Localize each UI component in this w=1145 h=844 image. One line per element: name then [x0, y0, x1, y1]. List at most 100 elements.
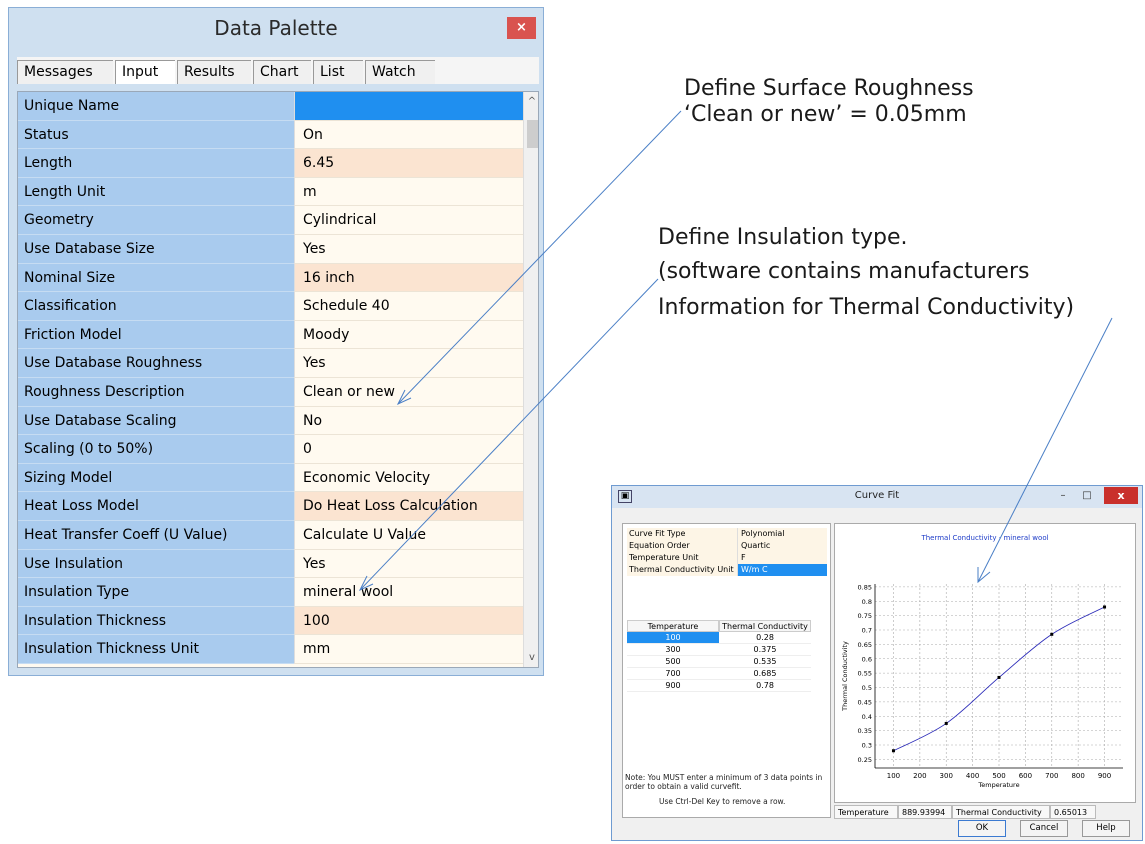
property-name: Use Insulation	[18, 549, 294, 579]
property-value[interactable]: 100	[294, 606, 523, 636]
property-row[interactable]: Use Insulation Yes	[18, 549, 523, 579]
cancel-button[interactable]: Cancel	[1020, 820, 1068, 837]
x-tick-label: 600	[1019, 772, 1032, 780]
property-row[interactable]: Insulation Thickness 100	[18, 606, 523, 636]
table-cell[interactable]: 100	[627, 632, 719, 644]
table-cell[interactable]: 0.78	[719, 680, 811, 692]
close-button[interactable]: x	[1104, 487, 1138, 504]
param-row[interactable]: Temperature Unit F	[627, 552, 827, 564]
scroll-up-icon[interactable]: ^	[524, 96, 538, 107]
property-row[interactable]: Length Unit m	[18, 177, 523, 207]
x-tick-label: 300	[940, 772, 953, 780]
property-value[interactable]: m	[294, 177, 523, 207]
property-value[interactable]: 6.45	[294, 149, 523, 178]
tab-chart[interactable]: Chart	[253, 60, 311, 84]
property-value[interactable]: Yes	[294, 349, 523, 378]
tab-watch[interactable]: Watch	[365, 60, 435, 84]
column-header-temperature[interactable]: Temperature	[627, 620, 719, 632]
maximize-button[interactable]: □	[1080, 488, 1094, 504]
vertical-scrollbar[interactable]: ^ v	[523, 92, 538, 667]
property-value[interactable]: 16 inch	[294, 263, 523, 293]
property-name: Status	[18, 120, 294, 150]
tab-messages[interactable]: Messages	[17, 60, 113, 84]
scroll-down-icon[interactable]: v	[524, 652, 538, 663]
chart-area: Thermal Conductivity - mineral wool 100 20…	[834, 523, 1136, 803]
property-value[interactable]: Schedule 40	[294, 292, 523, 321]
column-header-thermal-conductivity[interactable]: Thermal Conductivity	[719, 620, 811, 632]
property-row[interactable]: Use Database Scaling No	[18, 406, 523, 436]
property-row[interactable]: Insulation Type mineral wool	[18, 578, 523, 607]
property-value[interactable]	[294, 92, 523, 121]
ok-button[interactable]: OK	[958, 820, 1006, 837]
property-value[interactable]: 0	[294, 435, 523, 464]
property-name: Geometry	[18, 206, 294, 235]
property-row[interactable]: Heat Loss Model Do Heat Loss Calculation	[18, 492, 523, 521]
property-row[interactable]: Nominal Size 16 inch	[18, 263, 523, 293]
table-cell[interactable]: 0.535	[719, 656, 811, 668]
property-row[interactable]: Heat Transfer Coeff (U Value) Calculate U…	[18, 521, 523, 550]
param-value[interactable]: W/m C	[737, 564, 827, 576]
property-value[interactable]: Economic Velocity	[294, 463, 523, 493]
property-value[interactable]: Cylindrical	[294, 206, 523, 235]
table-cell[interactable]: 900	[627, 680, 719, 692]
data-palette-titlebar[interactable]: Data Palette ×	[9, 8, 543, 48]
property-value[interactable]: Yes	[294, 549, 523, 579]
property-row[interactable]: Insulation Thickness Unit mm	[18, 635, 523, 664]
property-value[interactable]: Do Heat Loss Calculation	[294, 492, 523, 521]
property-row[interactable]: Roughness Description Clean or new	[18, 378, 523, 407]
property-row[interactable]: Length 6.45	[18, 149, 523, 178]
table-cell[interactable]: 0.685	[719, 668, 811, 680]
property-row[interactable]: Geometry Cylindrical	[18, 206, 523, 235]
table-cell[interactable]: 0.28	[719, 632, 811, 644]
property-row[interactable]: Classification Schedule 40	[18, 292, 523, 321]
table-cell[interactable]: 700	[627, 668, 719, 680]
help-button[interactable]: Help	[1082, 820, 1130, 837]
x-tick-label: 100	[887, 772, 900, 780]
property-name: Sizing Model	[18, 463, 294, 493]
property-value[interactable]: On	[294, 120, 523, 150]
property-value[interactable]: No	[294, 406, 523, 436]
curve-fit-left-panel: Curve Fit Type Polynomial Equation Order…	[622, 523, 831, 818]
param-row[interactable]: Curve Fit Type Polynomial	[627, 528, 827, 540]
property-row[interactable]: Unique Name	[18, 92, 523, 121]
status-tc-label: Thermal Conductivity	[952, 805, 1050, 819]
property-row[interactable]: Scaling (0 to 50%) 0	[18, 435, 523, 464]
property-row[interactable]: Use Database Size Yes	[18, 235, 523, 264]
tab-input[interactable]: Input	[115, 60, 175, 84]
property-value[interactable]: Clean or new	[294, 378, 523, 407]
scrollbar-thumb[interactable]	[527, 120, 538, 148]
y-axis-label: Thermal Conductivity	[841, 641, 849, 712]
data-point	[1103, 605, 1107, 609]
annotation-insulation-line3: Information for Thermal Conductivity)	[658, 295, 1075, 320]
table-cell[interactable]: 300	[627, 644, 719, 656]
param-value[interactable]: Quartic	[737, 540, 827, 552]
data-point	[1050, 632, 1054, 636]
status-temp-label: Temperature	[834, 805, 898, 819]
y-tick-label: 0.4	[862, 713, 872, 721]
property-value[interactable]: Yes	[294, 235, 523, 264]
property-row[interactable]: Friction Model Moody	[18, 320, 523, 350]
property-name: Use Database Roughness	[18, 349, 294, 378]
param-value[interactable]: F	[737, 552, 827, 564]
close-button[interactable]: ×	[507, 17, 536, 39]
property-name: Scaling (0 to 50%)	[18, 435, 294, 464]
param-value[interactable]: Polynomial	[737, 528, 827, 540]
minimize-button[interactable]: –	[1056, 488, 1070, 504]
property-value[interactable]: Calculate U Value	[294, 521, 523, 550]
param-row[interactable]: Equation Order Quartic	[627, 540, 827, 552]
thermal-conductivity-chart: Thermal Conductivity - mineral wool 100 20…	[841, 534, 1123, 789]
property-row[interactable]: Status On	[18, 120, 523, 150]
property-row[interactable]: Use Database Roughness Yes	[18, 349, 523, 378]
table-cell[interactable]: 0.375	[719, 644, 811, 656]
param-row[interactable]: Thermal Conductivity Unit W/m C	[627, 564, 827, 576]
property-grid: Insulation Thickness Unit mm Insulation Th…	[17, 91, 539, 668]
tab-results[interactable]: Results	[177, 60, 251, 84]
table-cell[interactable]: 500	[627, 656, 719, 668]
property-value[interactable]: mm	[294, 635, 523, 664]
property-row[interactable]: Sizing Model Economic Velocity	[18, 463, 523, 493]
curve-fit-titlebar[interactable]: ▣ Curve Fit – □ x	[612, 486, 1142, 508]
property-value[interactable]: mineral wool	[294, 578, 523, 607]
property-value[interactable]: Moody	[294, 320, 523, 350]
tab-list[interactable]: List	[313, 60, 363, 84]
property-name: Insulation Type	[18, 578, 294, 607]
